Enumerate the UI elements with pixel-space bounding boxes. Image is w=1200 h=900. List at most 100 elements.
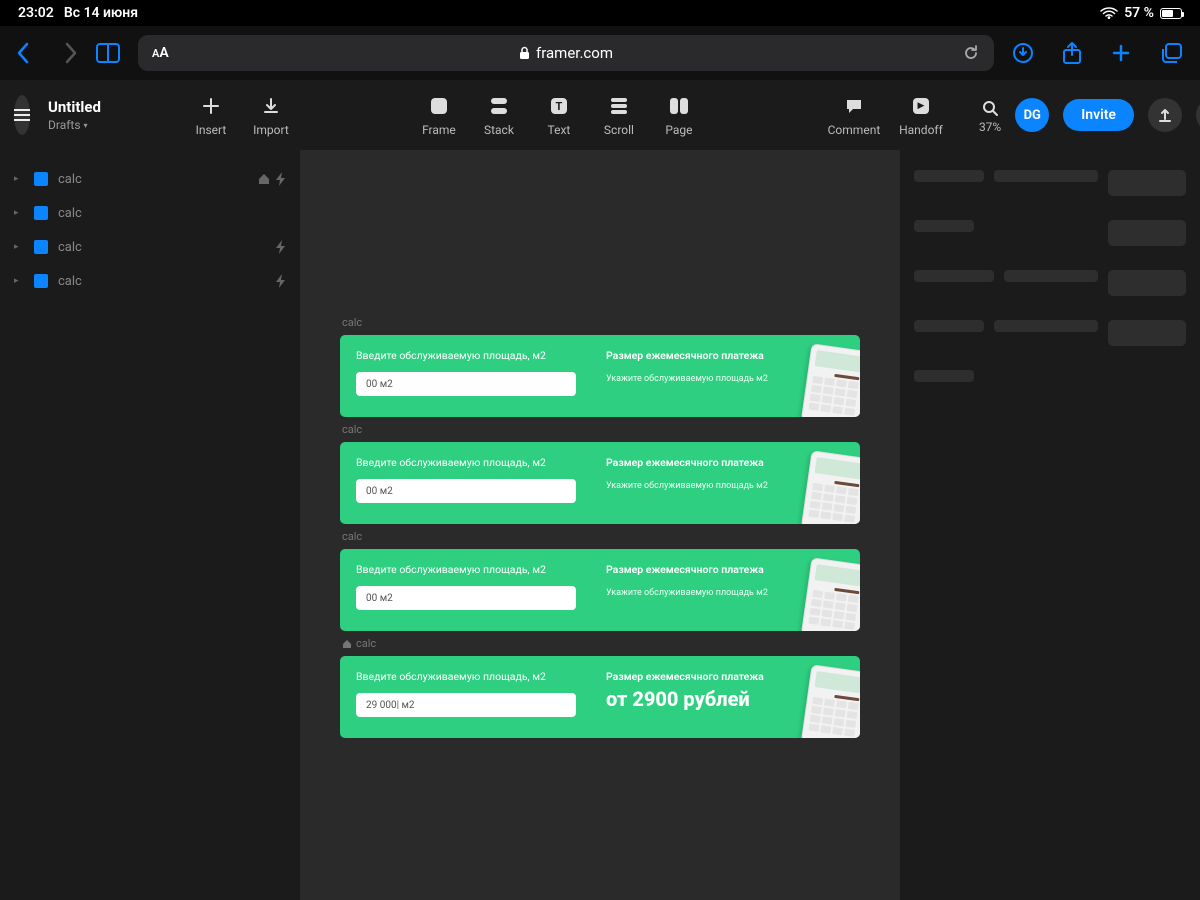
calculator-image bbox=[806, 454, 860, 524]
frame-label[interactable]: calc bbox=[342, 637, 858, 650]
area-label: Введите обслуживаемую площадь, м2 bbox=[356, 563, 576, 576]
document-location: Drafts bbox=[48, 118, 81, 132]
calc-frame[interactable]: Введите обслуживаемую площадь, м200 м2Ра… bbox=[340, 335, 860, 417]
battery-percent: 57 % bbox=[1124, 5, 1154, 21]
wifi-icon bbox=[1100, 7, 1118, 20]
text-icon: T bbox=[529, 93, 589, 119]
expand-arrow-icon[interactable]: ▸ bbox=[14, 242, 28, 252]
area-label: Введите обслуживаемую площадь, м2 bbox=[356, 670, 576, 683]
frame-label[interactable]: calc bbox=[342, 316, 858, 329]
status-date: Вс 14 июня bbox=[64, 5, 138, 21]
layer-name: calc bbox=[58, 240, 270, 255]
bolt-icon bbox=[276, 274, 286, 288]
tabs-icon[interactable] bbox=[1160, 42, 1184, 64]
document-title-block[interactable]: Untitled Drafts▾ bbox=[48, 98, 101, 132]
properties-panel bbox=[900, 150, 1200, 900]
area-input[interactable]: 29 000| м2 bbox=[356, 693, 576, 717]
import-icon bbox=[241, 93, 301, 119]
upload-button[interactable] bbox=[1148, 98, 1182, 132]
stack-icon bbox=[469, 93, 529, 119]
search-icon bbox=[979, 96, 1001, 120]
layer-row[interactable]: ▸ calc bbox=[0, 230, 300, 264]
forward-button[interactable] bbox=[64, 42, 78, 64]
layer-name: calc bbox=[58, 274, 270, 289]
calc-frame[interactable]: Введите обслуживаемую площадь, м2 29 000|… bbox=[340, 656, 860, 738]
payment-hint: Укажите обслуживаемую площадь м2 bbox=[606, 374, 768, 384]
frame-layer-icon bbox=[34, 206, 48, 220]
frame-layer-icon bbox=[34, 172, 48, 186]
handoff-icon: ▶ bbox=[891, 93, 951, 119]
layer-name: calc bbox=[58, 206, 286, 221]
new-tab-icon[interactable] bbox=[1110, 42, 1132, 64]
tool-comment[interactable]: Comment bbox=[817, 93, 891, 137]
invite-button[interactable]: Invite bbox=[1063, 99, 1134, 131]
calculator-image bbox=[806, 347, 860, 417]
expand-arrow-icon[interactable]: ▸ bbox=[14, 174, 28, 184]
framer-toolbar: Untitled Drafts▾ Insert Import Frame Sta… bbox=[0, 80, 1200, 150]
chevron-down-icon: ▾ bbox=[84, 121, 88, 130]
tool-import[interactable]: Import bbox=[241, 93, 301, 137]
share-icon[interactable] bbox=[1062, 41, 1082, 65]
expand-arrow-icon[interactable]: ▸ bbox=[14, 276, 28, 286]
calc-frame[interactable]: Введите обслуживаемую площадь, м200 м2Ра… bbox=[340, 442, 860, 524]
layer-row[interactable]: ▸ calc bbox=[0, 162, 300, 196]
tool-stack[interactable]: Stack bbox=[469, 93, 529, 137]
back-button[interactable] bbox=[16, 42, 30, 64]
zoom-value: 37% bbox=[979, 120, 1001, 134]
payment-label: Размер ежемесячного платежа bbox=[606, 349, 768, 362]
tool-text[interactable]: TText bbox=[529, 93, 589, 137]
lock-icon bbox=[519, 46, 530, 60]
battery-icon bbox=[1160, 8, 1182, 19]
frame-layer-icon bbox=[34, 274, 48, 288]
area-input[interactable]: 00 м2 bbox=[356, 479, 576, 503]
comment-icon bbox=[817, 93, 891, 119]
area-label: Введите обслуживаемую площадь, м2 bbox=[356, 456, 576, 469]
user-avatar[interactable]: DG bbox=[1015, 98, 1049, 132]
tool-handoff[interactable]: ▶Handoff bbox=[891, 93, 951, 137]
area-input[interactable]: 00 м2 bbox=[356, 586, 576, 610]
url-text: framer.com bbox=[536, 44, 613, 62]
layer-name: calc bbox=[58, 172, 252, 187]
downloads-icon[interactable] bbox=[1012, 42, 1034, 64]
home-icon bbox=[258, 173, 270, 185]
frame-label[interactable]: calc bbox=[342, 423, 858, 436]
layers-panel: ▸ calc ▸ calc ▸ calc ▸ calc bbox=[0, 150, 300, 900]
payment-hint: Укажите обслуживаемую площадь м2 bbox=[606, 588, 768, 598]
page-icon bbox=[649, 93, 709, 119]
calc-frame[interactable]: Введите обслуживаемую площадь, м2 00 м2 Ра… bbox=[340, 549, 860, 631]
zoom-control[interactable]: 37% bbox=[979, 96, 1001, 134]
reader-aa-icon[interactable]: AA bbox=[152, 45, 169, 61]
address-bar[interactable]: AA framer.com bbox=[138, 35, 994, 71]
reload-icon[interactable] bbox=[962, 44, 980, 62]
tool-frame[interactable]: Frame bbox=[409, 93, 469, 137]
calculator-image bbox=[806, 561, 860, 631]
bookmarks-icon[interactable] bbox=[96, 43, 120, 63]
frame-label[interactable]: calc bbox=[342, 530, 858, 543]
frame-icon bbox=[409, 93, 469, 119]
home-icon bbox=[342, 639, 352, 649]
area-input[interactable]: 00 м2 bbox=[356, 372, 576, 396]
bolt-icon bbox=[276, 172, 286, 186]
payment-result: от 2900 рублей bbox=[606, 687, 764, 711]
ipad-status-bar: 23:02 Вс 14 июня 57 % bbox=[0, 0, 1200, 26]
payment-label: Размер ежемесячного платежа bbox=[606, 670, 764, 683]
layer-row[interactable]: ▸ calc bbox=[0, 196, 300, 230]
payment-hint: Укажите обслуживаемую площадь м2 bbox=[606, 481, 768, 491]
payment-label: Размер ежемесячного платежа bbox=[606, 563, 768, 576]
menu-button[interactable] bbox=[14, 95, 30, 135]
expand-arrow-icon[interactable]: ▸ bbox=[14, 208, 28, 218]
document-title: Untitled bbox=[48, 98, 101, 116]
calculator-image bbox=[806, 668, 860, 738]
tool-insert[interactable]: Insert bbox=[181, 93, 241, 137]
play-button[interactable] bbox=[1196, 98, 1200, 132]
bolt-icon bbox=[276, 240, 286, 254]
frame-layer-icon bbox=[34, 240, 48, 254]
layer-row[interactable]: ▸ calc bbox=[0, 264, 300, 298]
tool-page[interactable]: Page bbox=[649, 93, 709, 137]
tool-scroll[interactable]: Scroll bbox=[589, 93, 649, 137]
safari-toolbar: AA framer.com bbox=[0, 26, 1200, 80]
plus-icon bbox=[181, 93, 241, 119]
scroll-icon bbox=[589, 93, 649, 119]
status-time: 23:02 bbox=[18, 5, 54, 21]
canvas[interactable]: calc Введите обслуживаемую площадь, м2 00 … bbox=[300, 150, 900, 900]
